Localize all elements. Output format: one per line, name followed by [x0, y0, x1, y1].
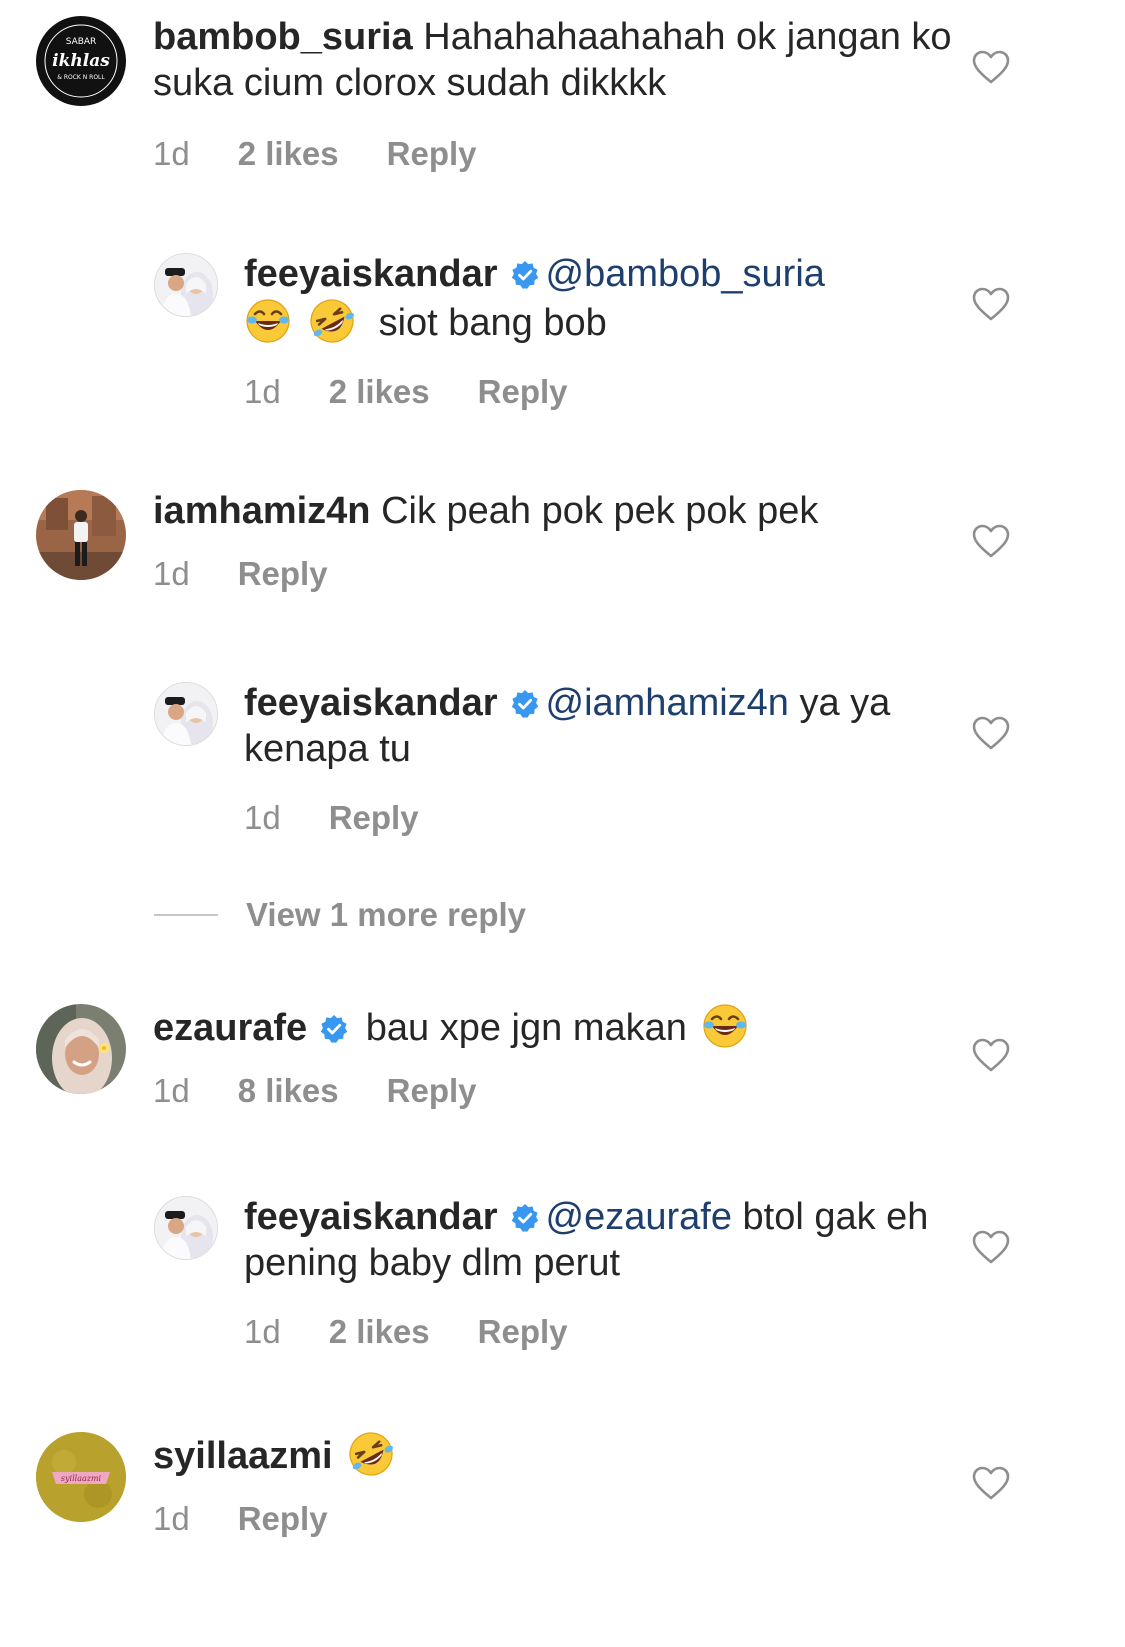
comment-body: ezaurafe bau xpe jgn makan 1d 8 likes Re… [153, 1002, 975, 1111]
avatar-photo [36, 490, 126, 580]
svg-text:& ROCK N ROLL: & ROCK N ROLL [57, 74, 105, 81]
comment-meta: 1d 2 likes Reply [153, 134, 975, 174]
comment-body: feeyaiskandar @bambob_suria siot bang bob… [244, 251, 975, 412]
rofl-emoji-icon [347, 1430, 395, 1478]
comment-content: bau xpe jgn makan [355, 1007, 698, 1049]
heart-icon[interactable] [972, 287, 1010, 321]
likes-count[interactable]: 2 likes [329, 372, 430, 412]
verified-badge-icon [510, 689, 540, 719]
syillaazmi-logo: syillaazmi [36, 1432, 126, 1522]
avatar[interactable] [36, 1004, 126, 1094]
verified-badge-icon [510, 260, 540, 290]
likes-count[interactable]: 2 likes [238, 134, 339, 174]
mention-link[interactable]: @ezaurafe [546, 1196, 732, 1238]
rofl-emoji-icon [308, 297, 356, 345]
joy-emoji-icon [244, 297, 292, 345]
heart-icon[interactable] [972, 524, 1010, 558]
reply-button[interactable]: Reply [387, 1071, 477, 1111]
joy-emoji-icon [701, 1002, 749, 1050]
comment-text: syillaazmi [153, 1430, 975, 1479]
reply-button[interactable]: Reply [238, 1499, 328, 1539]
timestamp: 1d [153, 135, 190, 172]
comment-text: bambob_suria Hahahahaahahah ok jangan ko… [153, 14, 975, 106]
username[interactable]: feeyaiskandar [244, 682, 498, 724]
likes-count[interactable]: 2 likes [329, 1312, 430, 1352]
username[interactable]: feeyaiskandar [244, 1196, 498, 1238]
comment-meta: 1d 2 likes Reply [244, 372, 975, 412]
avatar[interactable] [154, 1196, 218, 1260]
verified-badge-icon [510, 1203, 540, 1233]
heart-icon[interactable] [972, 716, 1010, 750]
comment-content: siot bang bob [378, 302, 607, 344]
view-more-replies-label: View 1 more reply [246, 896, 527, 933]
avatar-photo [155, 683, 218, 746]
reply-button[interactable]: Reply [387, 134, 477, 174]
reply-button[interactable]: Reply [478, 1312, 568, 1352]
comment-text: ezaurafe bau xpe jgn makan [153, 1002, 975, 1051]
username[interactable]: syillaazmi [153, 1435, 333, 1477]
timestamp: 1d [244, 799, 281, 836]
mention-link[interactable]: @iamhamiz4n [546, 682, 789, 724]
avatar-photo [36, 1004, 126, 1094]
reply-button[interactable]: Reply [329, 798, 419, 838]
username[interactable]: feeyaiskandar [244, 253, 498, 295]
comment-meta: 1d Reply [153, 554, 975, 594]
verified-badge-icon [319, 1014, 349, 1044]
svg-text:SABAR: SABAR [66, 37, 97, 47]
comment-body: feeyaiskandar @iamhamiz4n ya ya kenapa tu… [244, 680, 975, 838]
svg-text:syillaazmi: syillaazmi [61, 1474, 102, 1483]
username[interactable]: iamhamiz4n [153, 490, 371, 532]
comment-text: iamhamiz4n Cik peah pok pek pok pek [153, 488, 975, 534]
svg-text:ikhlas: ikhlas [52, 51, 110, 71]
comment-meta: 1d Reply [153, 1499, 975, 1539]
comment-text: feeyaiskandar @bambob_suria siot bang bob [244, 251, 975, 346]
username[interactable]: ezaurafe [153, 1007, 307, 1049]
avatar-photo [155, 1197, 218, 1260]
timestamp: 1d [244, 1313, 281, 1350]
comment-meta: 1d Reply [244, 798, 975, 838]
timestamp: 1d [153, 1500, 190, 1537]
divider [154, 914, 218, 916]
avatar[interactable]: syillaazmi [36, 1432, 126, 1522]
avatar-photo [155, 254, 218, 317]
timestamp: 1d [244, 373, 281, 410]
comments-thread: SABAR ikhlas & ROCK N ROLL bambob_suria … [0, 0, 1125, 1647]
comment-meta: 1d 2 likes Reply [244, 1312, 975, 1352]
avatar[interactable] [154, 682, 218, 746]
timestamp: 1d [153, 1072, 190, 1109]
timestamp: 1d [153, 555, 190, 592]
username[interactable]: bambob_suria [153, 16, 413, 58]
comment-body: bambob_suria Hahahahaahahah ok jangan ko… [153, 14, 975, 174]
mention-link[interactable]: @bambob_suria [546, 253, 825, 295]
comment-meta: 1d 8 likes Reply [153, 1071, 975, 1111]
heart-icon[interactable] [972, 1230, 1010, 1264]
sabar-ikhlas-logo: SABAR ikhlas & ROCK N ROLL [37, 17, 125, 105]
likes-count[interactable]: 8 likes [238, 1071, 339, 1111]
comment-text: feeyaiskandar @iamhamiz4n ya ya kenapa tu [244, 680, 975, 772]
heart-icon[interactable] [972, 50, 1010, 84]
comment-content: Cik peah pok pek pok pek [370, 490, 819, 532]
avatar[interactable] [36, 490, 126, 580]
reply-button[interactable]: Reply [478, 372, 568, 412]
heart-icon[interactable] [972, 1466, 1010, 1500]
avatar[interactable] [154, 253, 218, 317]
comment-body: iamhamiz4n Cik peah pok pek pok pek 1d R… [153, 488, 975, 594]
reply-button[interactable]: Reply [238, 554, 328, 594]
avatar[interactable]: SABAR ikhlas & ROCK N ROLL [36, 16, 126, 106]
comment-body: syillaazmi 1d Reply [153, 1430, 975, 1539]
heart-icon[interactable] [972, 1038, 1010, 1072]
comment-text: feeyaiskandar @ezaurafe btol gak eh penin… [244, 1194, 975, 1286]
comment-body: feeyaiskandar @ezaurafe btol gak eh penin… [244, 1194, 975, 1352]
view-more-replies-button[interactable]: View 1 more reply [154, 896, 526, 934]
